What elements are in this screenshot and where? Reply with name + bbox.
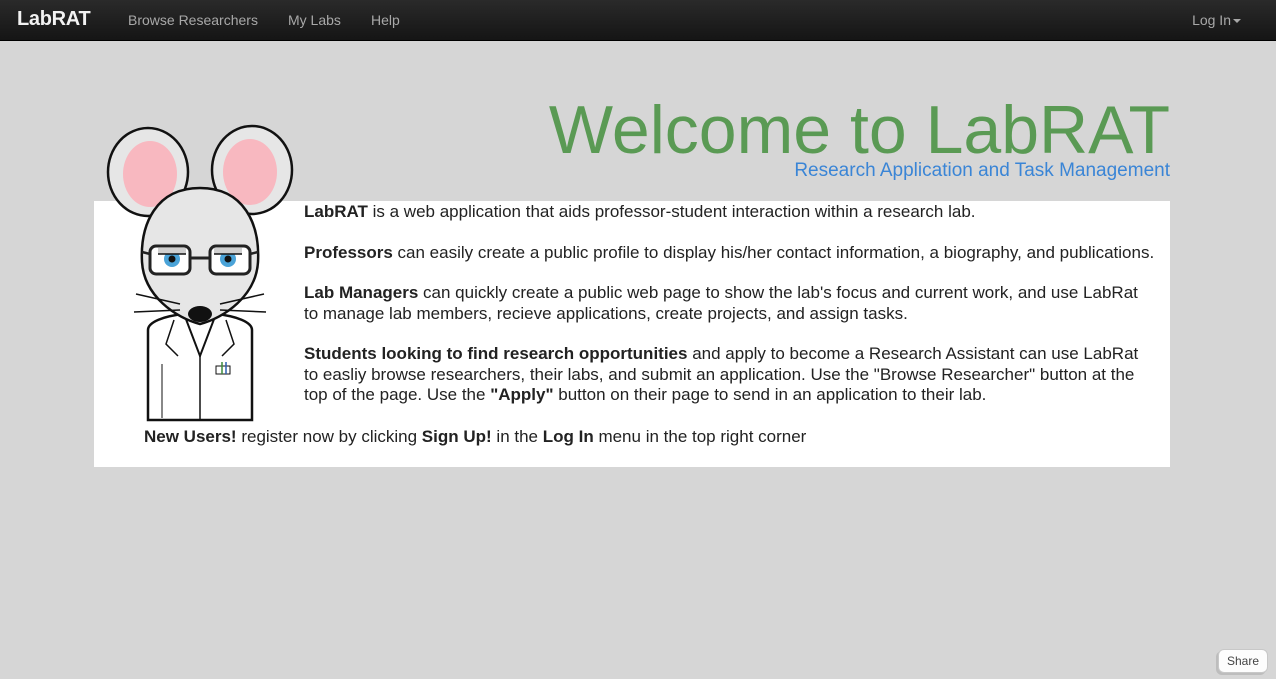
log-in-term: Log In [542,427,594,446]
nav-help[interactable]: Help [371,12,400,28]
sign-up-term: Sign Up! [421,427,492,446]
share-button[interactable]: Share [1217,649,1268,673]
new-users-term: New Users! [144,427,237,446]
professors-term: Professors [304,242,393,262]
new-users-text-3: menu in the top right corner [593,427,807,446]
navbar: LabRAT Browse Researchers My Labs Help L… [0,0,1276,41]
login-label: Log In [1192,12,1231,28]
labrat-term: LabRAT [304,202,368,221]
page-title: Welcome to LabRAT [548,92,1170,168]
intro-text: LabRAT is a web application that aids pr… [304,202,1156,406]
professors-description: can easily create a public profile to di… [392,242,1155,262]
new-users-text-2: in the [491,427,543,446]
intro-paragraph-professors: Professors can easily create a public pr… [304,243,1156,264]
students-description-end: button on their page to send in an appli… [553,385,987,404]
lab-rat-mascot [106,124,294,422]
brand-logo[interactable]: LabRAT [17,8,91,31]
intro-paragraph-labrat: LabRAT is a web application that aids pr… [304,202,1156,223]
nav-my-labs[interactable]: My Labs [288,12,341,28]
lab-managers-term: Lab Managers [304,283,419,302]
new-users-note: New Users! register now by clicking Sign… [144,427,806,448]
students-term: Students looking to find research opport… [304,344,688,363]
intro-paragraph-lab-managers: Lab Managers can quickly create a public… [304,283,1156,324]
new-users-text: register now by clicking [236,427,422,446]
lab-managers-description: can quickly create a public web page to … [304,283,1138,323]
apply-term: "Apply" [490,385,554,404]
page-subtitle: Research Application and Task Management [794,160,1170,181]
nav-browse-researchers[interactable]: Browse Researchers [128,12,258,28]
labrat-description: is a web application that aids professor… [367,202,976,221]
login-dropdown[interactable]: Log In [1192,12,1241,28]
intro-paragraph-students: Students looking to find research opport… [304,344,1156,406]
caret-down-icon [1233,19,1241,24]
